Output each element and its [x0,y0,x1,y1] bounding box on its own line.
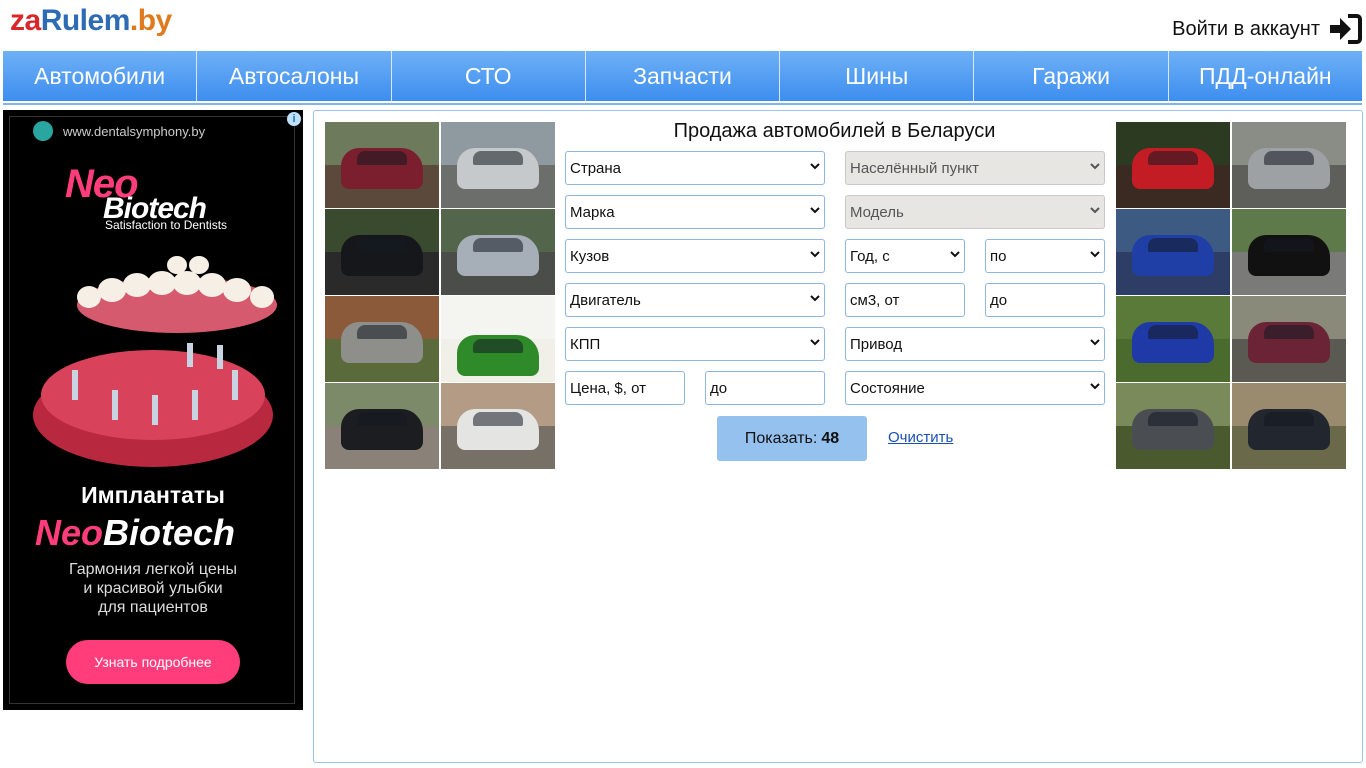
car-thumbnail[interactable] [1116,122,1230,208]
price-to-placeholder: до [710,379,728,397]
engine-select[interactable]: Двигатель [565,283,825,317]
brand-select[interactable]: Марка [565,195,825,229]
displacement-from-placeholder: см3, от [850,291,900,309]
car-thumbnail[interactable] [1232,209,1346,295]
ad-desc-line: для пациентов [98,599,208,616]
dental-implant-illustration [33,256,277,467]
nav-item-tires[interactable]: Шины [780,51,975,101]
car-thumbnail[interactable] [1116,209,1230,295]
brand-select-value: Марка [570,203,615,221]
show-results-label: Показать: [744,429,818,447]
main-nav: Автомобили Автосалоны СТО Запчасти Шины … [3,51,1362,101]
car-thumbnail[interactable] [441,209,555,295]
ad-desc-line: Гармония легкой цены [68,561,238,578]
ad-brand2-a: Neo [35,512,104,553]
displacement-to-placeholder: до [990,291,1008,309]
car-thumbnails-right [1116,122,1346,469]
site-logo[interactable]: zaRulem.by [10,4,172,44]
car-thumbnail[interactable] [1116,296,1230,382]
chevron-down-icon [810,339,820,346]
car-thumbnail[interactable] [441,383,555,469]
chevron-down-icon [810,295,820,302]
ad-site: www.dentalsymphony.by [33,121,206,141]
nav-item-parts[interactable]: Запчасти [586,51,781,101]
car-thumbnail[interactable] [1116,383,1230,469]
sign-in-icon [1330,14,1362,44]
car-thumbnail[interactable] [325,122,439,208]
ad-cta-button[interactable]: Узнать подробнее [66,640,240,684]
nav-item-service[interactable]: СТО [392,51,586,101]
body-select-value: Кузов [570,247,610,265]
gearbox-select[interactable]: КПП [565,327,825,361]
ad-brand-logo: Neo Biotech [65,162,207,225]
chevron-down-icon [1090,163,1100,170]
ad-site-url: www.dentalsymphony.by [63,124,206,139]
car-thumbnail[interactable] [325,296,439,382]
show-results-button[interactable]: Показать: 48 [717,416,867,461]
ad-headline: Имплантаты [81,482,225,508]
login-label: Войти в аккаунт [1172,17,1320,40]
search-panel: Продажа автомобилей в Беларуси Страна На… [313,110,1363,763]
city-select-value: Населённый пункт [850,159,980,177]
nav-divider [3,103,1362,105]
ad-description: Гармония легкой цены и красивой улыбки д… [3,560,303,617]
country-select[interactable]: Страна [565,151,825,185]
chevron-down-icon [1090,383,1100,390]
nav-item-dealers[interactable]: Автосалоны [197,51,392,101]
drive-select-value: Привод [850,335,903,353]
ad-site-logo-icon [33,121,53,141]
ad-tagline: Satisfaction to Dentists [105,218,228,232]
chevron-down-icon [1090,251,1100,258]
car-thumbnail[interactable] [441,122,555,208]
model-select-value: Модель [850,203,904,221]
chevron-down-icon [810,163,820,170]
body-select[interactable]: Кузов [565,239,825,273]
car-thumbnail[interactable] [1232,383,1346,469]
city-select[interactable]: Населённый пункт [845,151,1105,185]
car-thumbnails-left [325,122,555,469]
nav-item-cars[interactable]: Автомобили [3,51,198,101]
model-select[interactable]: Модель [845,195,1105,229]
login-link[interactable]: Войти в аккаунт [1172,12,1362,46]
ad-brand-logo-2: NeoBiotech [35,512,235,554]
year-to-select[interactable]: по [985,239,1105,273]
car-thumbnail[interactable] [441,296,555,382]
price-to-input[interactable]: до [705,371,825,405]
chevron-down-icon [1090,207,1100,214]
nav-item-garages[interactable]: Гаражи [974,51,1169,101]
car-thumbnail[interactable] [325,383,439,469]
year-from-value: Год, с [850,247,890,265]
chevron-down-icon [950,251,960,258]
year-to-value: по [990,247,1007,265]
ad-banner[interactable]: i www.dentalsymphony.by Neo Biotech Satis… [3,110,303,710]
price-from-input[interactable]: Цена, $, от [565,371,685,405]
displacement-to-input[interactable]: до [985,283,1105,317]
condition-select[interactable]: Состояние [845,371,1105,405]
engine-select-value: Двигатель [570,291,641,309]
nav-item-traffic-rules[interactable]: ПДД-онлайн [1169,51,1362,101]
logo-part-za: za [10,4,41,37]
gearbox-select-value: КПП [570,335,601,353]
drive-select[interactable]: Привод [845,327,1105,361]
price-from-placeholder: Цена, $, от [570,379,646,397]
logo-part-by: .by [129,4,172,37]
year-from-select[interactable]: Год, с [845,239,965,273]
chevron-down-icon [1090,339,1100,346]
condition-select-value: Состояние [850,379,925,397]
ad-desc-line: и красивой улыбки [83,580,223,597]
results-count: 48 [821,429,840,447]
page-title: Продажа автомобилей в Беларуси [673,120,996,142]
car-thumbnail[interactable] [1232,296,1346,382]
car-thumbnail[interactable] [325,209,439,295]
clear-filters-link[interactable]: Очистить [888,429,953,446]
chevron-down-icon [810,207,820,214]
logo-part-rulem: Rulem [40,4,131,37]
country-select-value: Страна [570,159,622,177]
ad-info-icon[interactable]: i [287,112,301,126]
ad-brand2-b: Biotech [103,512,236,553]
displacement-from-input[interactable]: см3, от [845,283,965,317]
car-thumbnail[interactable] [1232,122,1346,208]
chevron-down-icon [810,251,820,258]
